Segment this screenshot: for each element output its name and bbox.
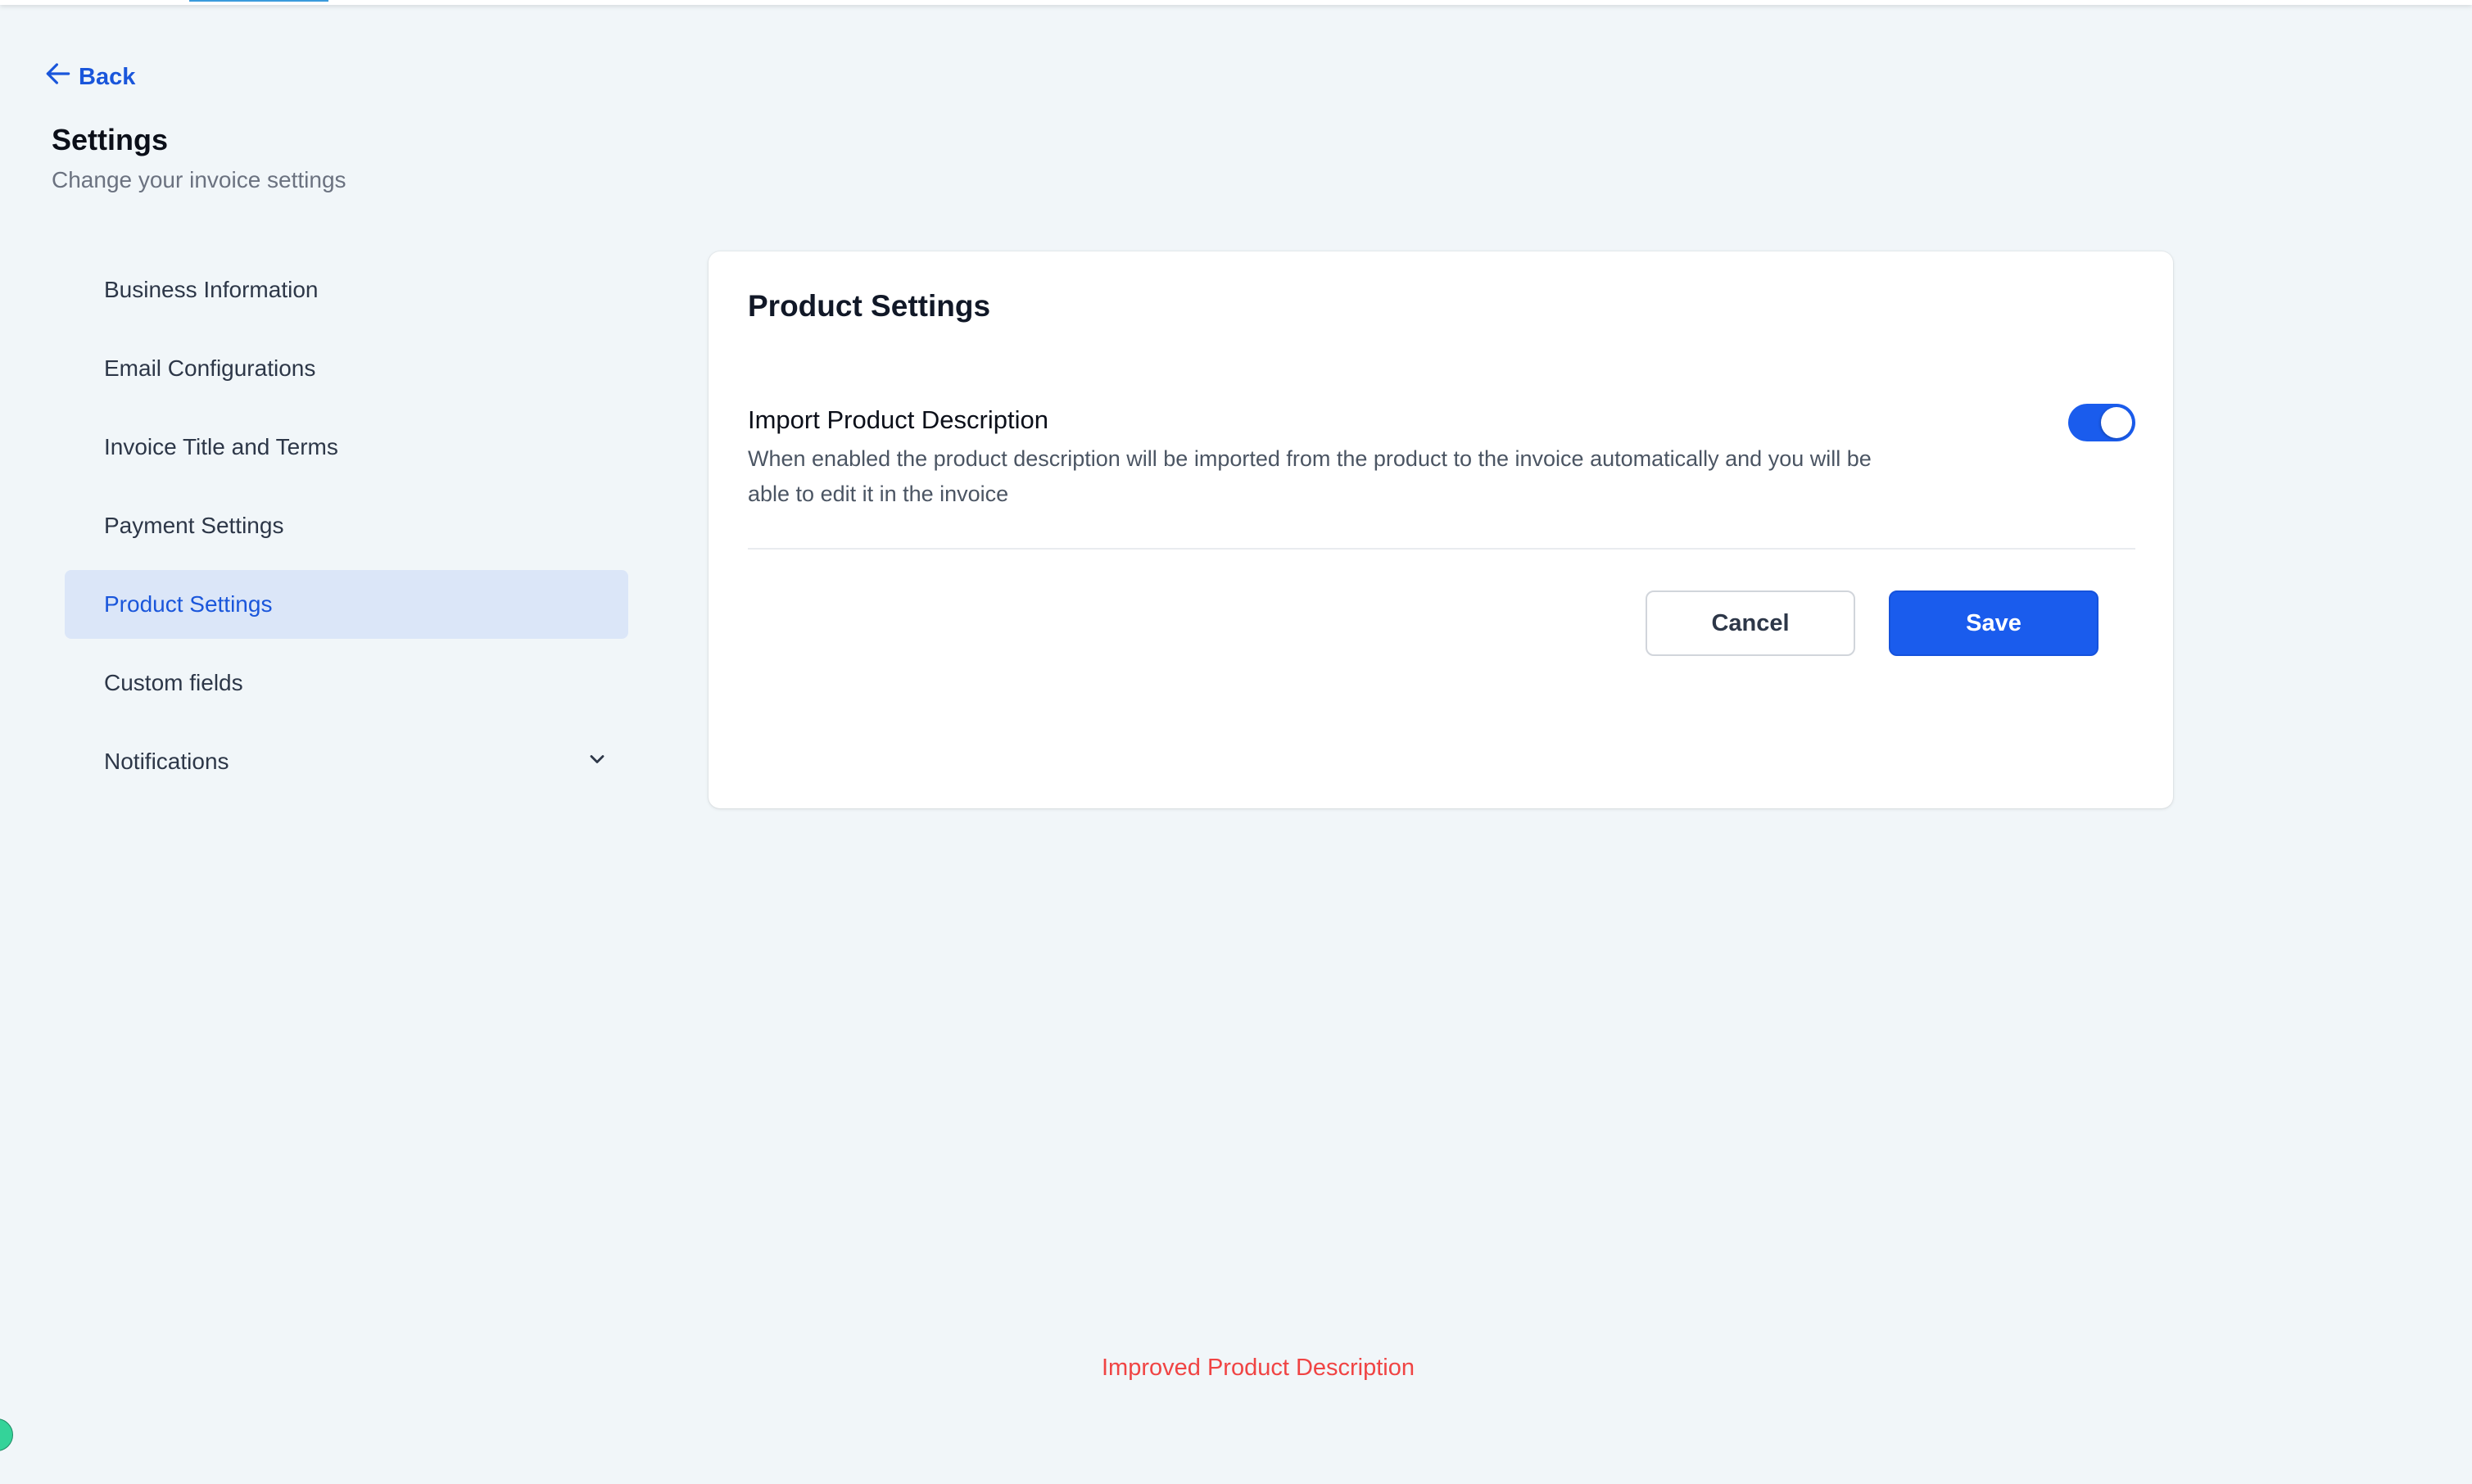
card-title: Product Settings — [748, 289, 991, 323]
sidebar-item-product-settings[interactable]: Product Settings — [65, 570, 628, 639]
divider — [748, 548, 2135, 550]
sidebar-item-custom-fields[interactable]: Custom fields — [65, 649, 628, 717]
toggle-knob — [2101, 407, 2132, 438]
sidebar-item-label: Product Settings — [104, 591, 273, 617]
sidebar-item-notifications[interactable]: Notifications — [65, 727, 628, 796]
sidebar-item-label: Notifications — [104, 749, 229, 774]
sidebar-item-payment-settings[interactable]: Payment Settings — [65, 491, 628, 560]
import-product-description-label: Import Product Description — [748, 405, 1048, 434]
sidebar-item-label: Payment Settings — [104, 513, 284, 538]
arrow-left-icon — [43, 58, 74, 96]
top-bar — [0, 0, 2472, 5]
sidebar-item-invoice-title-and-terms[interactable]: Invoice Title and Terms — [65, 413, 628, 482]
import-product-description-toggle[interactable] — [2068, 404, 2135, 441]
chat-widget-button[interactable] — [0, 1418, 13, 1451]
sidebar-item-label: Business Information — [104, 277, 319, 302]
sidebar-item-business-information[interactable]: Business Information — [65, 256, 628, 324]
back-label: Back — [79, 63, 136, 90]
save-button[interactable]: Save — [1889, 590, 2098, 656]
page-subtitle: Change your invoice settings — [52, 167, 346, 192]
footer-note: Improved Product Description — [1102, 1355, 1415, 1381]
page-title: Settings — [52, 123, 169, 156]
sidebar-item-email-configurations[interactable]: Email Configurations — [65, 334, 628, 403]
sidebar-item-label: Invoice Title and Terms — [104, 434, 338, 459]
sidebar-item-label: Custom fields — [104, 670, 243, 695]
chevron-down-icon[interactable] — [586, 748, 609, 776]
settings-sidebar: Business Information Email Configuration… — [65, 256, 628, 806]
cancel-button[interactable]: Cancel — [1646, 590, 1855, 656]
product-settings-card: Product Settings Import Product Descript… — [709, 251, 2173, 808]
import-product-description-help: When enabled the product description wil… — [748, 446, 1872, 506]
active-tab-indicator — [189, 0, 328, 2]
back-link[interactable]: Back — [43, 61, 135, 93]
sidebar-item-label: Email Configurations — [104, 355, 316, 381]
